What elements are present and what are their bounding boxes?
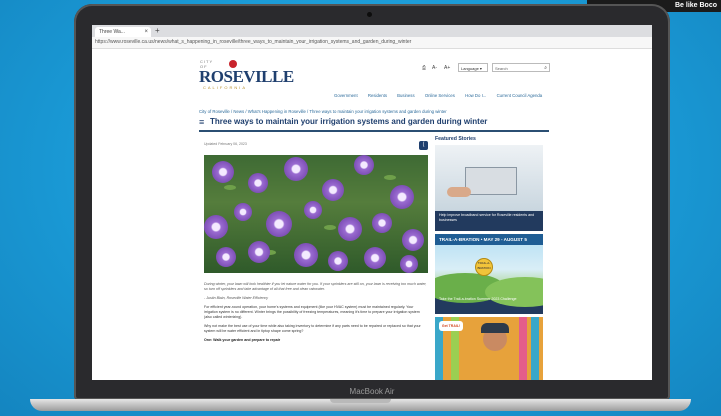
flower (216, 247, 236, 267)
language-select[interactable]: Language ▾ (458, 63, 488, 72)
menu-icon: ≡ (199, 117, 205, 127)
laptop-screen: Three Wa... × + https://www.roseville.ca… (92, 25, 652, 380)
share-icon[interactable]: ⟨ (419, 141, 428, 150)
laptop-notch (330, 399, 391, 403)
hat (481, 323, 509, 333)
hill (485, 277, 543, 307)
flower (400, 255, 418, 273)
flower (248, 241, 270, 263)
article-subheading: One: Walk your garden and prepare to rep… (204, 338, 281, 342)
featured-story-caption: Help improve broadband service for Rosev… (439, 213, 535, 222)
browser-tabbar: Three Wa... × + (92, 25, 652, 37)
breadcrumb[interactable]: City of Roseville / News / What's Happen… (199, 109, 447, 114)
nav-online-services[interactable]: Online Services (425, 93, 455, 98)
featured-story-get-trail[interactable]: Get TRAIL! (435, 317, 543, 380)
flower (322, 179, 344, 201)
flower (234, 203, 252, 221)
laptop-base (30, 399, 691, 411)
get-trail-tag: Get TRAIL! (439, 321, 463, 331)
article-paragraph: For efficient year-round operation, your… (204, 305, 420, 319)
print-icon[interactable]: ⎙ (422, 65, 426, 71)
logo-name: ROSEVILLE (199, 67, 294, 86)
flower (390, 185, 414, 209)
flower (248, 173, 268, 193)
leaf (324, 225, 336, 230)
web-page: CITY OF ROSEVILLE CALIFORNIA ⎙ A- A+ Lan… (92, 49, 652, 380)
verbena-flowers-photo (204, 155, 428, 273)
new-tab-button[interactable]: + (155, 26, 160, 35)
flower (284, 157, 308, 181)
featured-story-caption: Take the Trail-a-bration Summer 2023 Cha… (439, 297, 517, 301)
article-paragraph: Why not make the best use of your time w… (204, 324, 421, 333)
page-title-bar: ≡ Three ways to maintain your irrigation… (199, 116, 549, 129)
nav-how-do-i[interactable]: How Do I... (465, 93, 486, 98)
stripe (531, 317, 539, 380)
flower (338, 217, 362, 241)
flower (364, 247, 386, 269)
updated-date: Updated February 06, 2023 (204, 142, 247, 146)
nav-residents[interactable]: Residents (368, 93, 387, 98)
article-quote-attribution: - Justin Blain, Roseville Water Efficien… (204, 296, 269, 300)
leaf (384, 175, 396, 180)
trail-illustration: TRAIL-A-BRATION (435, 245, 543, 307)
leaf (224, 185, 236, 190)
flower (204, 215, 228, 239)
featured-story-trailabration[interactable]: TRAIL-A-BRATION • MAY 29 - AUGUST 5 TRAI… (435, 234, 543, 314)
camera-icon (367, 12, 372, 17)
search-icon[interactable]: ⌕ (544, 64, 547, 73)
search-input[interactable]: Search ⌕ (492, 63, 550, 72)
font-increase-button[interactable]: A+ (444, 65, 450, 71)
article-body: During winter, your lawn will look healt… (204, 282, 428, 347)
trailabration-banner: TRAIL-A-BRATION • MAY 29 - AUGUST 5 (435, 234, 543, 245)
laptop-icon (465, 167, 517, 195)
nav-business[interactable]: Business (397, 93, 414, 98)
article-quote: During winter, your lawn will look healt… (204, 282, 427, 291)
logo-state: CALIFORNIA (203, 85, 248, 90)
title-divider (199, 130, 549, 132)
browser-tab[interactable]: Three Wa... × (95, 27, 151, 37)
featured-story-broadband[interactable]: Help improve broadband service for Rosev… (435, 145, 543, 231)
hand-icon (447, 187, 471, 197)
trailabration-badge: TRAIL-A-BRATION (475, 258, 493, 276)
browser-tab-title: Three Wa... (99, 29, 125, 35)
main-nav: Government Residents Business Online Ser… (334, 93, 551, 98)
flower (304, 201, 322, 219)
flower (294, 243, 318, 267)
flower (354, 155, 374, 175)
stripe (519, 317, 527, 380)
flower (212, 161, 234, 183)
flower (328, 251, 348, 271)
laptop-brand-label: MacBook Air (349, 387, 395, 396)
laptop-photo (435, 145, 543, 211)
nav-council-agenda[interactable]: Current Council Agenda (497, 93, 543, 98)
search-placeholder: Search (495, 66, 508, 71)
address-bar[interactable]: https://www.roseville.ca.us/news/what_s_… (92, 37, 652, 49)
nav-government[interactable]: Government (334, 93, 358, 98)
featured-stories-heading: Featured Stories (435, 136, 476, 142)
flower (266, 211, 292, 237)
flower (402, 229, 424, 251)
page-title: Three ways to maintain your irrigation s… (210, 117, 488, 126)
close-icon[interactable]: × (144, 27, 148, 37)
flower (372, 213, 392, 233)
url-text: https://www.roseville.ca.us/news/what_s_… (95, 39, 412, 45)
font-decrease-button[interactable]: A- (432, 65, 437, 71)
